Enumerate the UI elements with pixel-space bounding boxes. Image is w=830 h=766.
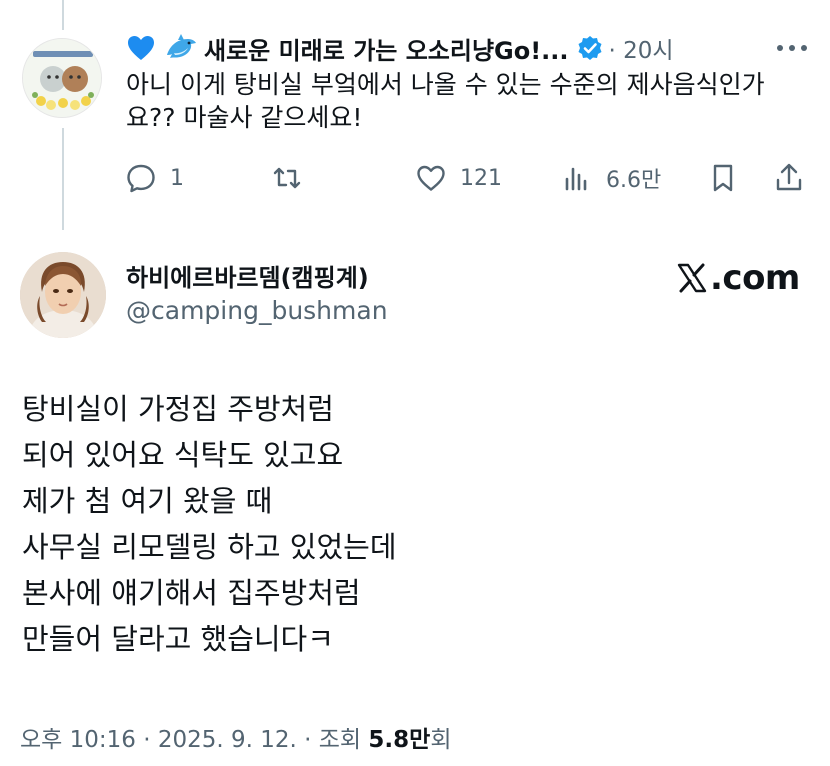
view-count-total: 5.8만 [368, 727, 431, 753]
tweet-line: 탕비실이 가정집 주방처럼 [22, 392, 334, 426]
views-chart-icon [565, 167, 587, 191]
author-display-name[interactable]: 하비에르바르뎀(캠핑계) [126, 258, 369, 293]
views-button[interactable]: 6.6만 [560, 158, 661, 198]
thread-line-connector [62, 128, 64, 230]
x-logo-icon [677, 263, 707, 293]
reply-button[interactable]: 1 [124, 158, 184, 198]
tweet-body: 탕비실이 가정집 주방처럼 되어 있어요 식탁도 있고요 제가 첨 여기 왔을 … [22, 386, 802, 662]
reply-timestamp[interactable]: · 20시 [609, 31, 674, 65]
tweet-timestamp[interactable]: 오후 10:16 · 2025. 9. 12. · 조회 [20, 727, 368, 753]
bookmark-button[interactable] [706, 158, 740, 198]
blue-heart-icon [126, 33, 156, 63]
comment-icon [127, 164, 155, 193]
heart-outline-icon [417, 165, 445, 191]
tweet-line: 사무실 리모델링 하고 있었는데 [22, 530, 397, 564]
reply-action-bar: 1 121 6.6만 [120, 158, 820, 198]
view-suffix: 회 [430, 727, 452, 753]
reply-avatar[interactable] [22, 38, 102, 118]
dolphin-icon [164, 33, 198, 63]
x-com-text: .com [710, 258, 800, 298]
thread-line-top [62, 0, 64, 30]
tweet-line: 본사에 얘기해서 집주방처럼 [22, 576, 361, 610]
reply-display-name[interactable]: 새로운 미래로 가는 오소리냥Go!... [204, 31, 569, 66]
bookmark-icon [713, 164, 733, 192]
tweet-line: 되어 있어요 식탁도 있고요 [22, 438, 344, 472]
author-handle[interactable]: @camping_bushman [126, 296, 388, 325]
tweet-line: 제가 첨 여기 왔을 때 [22, 484, 273, 518]
share-button[interactable] [772, 158, 806, 198]
view-count: 6.6만 [606, 168, 662, 193]
like-button[interactable]: 121 [414, 158, 502, 198]
share-icon [776, 163, 802, 191]
retweet-icon [273, 167, 301, 189]
more-options-icon[interactable] [772, 36, 812, 60]
x-com-watermark: .com [676, 258, 800, 298]
reply-count: 1 [170, 165, 184, 191]
reply-body-text: 아니 이게 탕비실 부엌에서 나올 수 있는 수준의 제사음식인가요?? 마술사… [126, 70, 765, 132]
reply-header: 새로운 미래로 가는 오소리냥Go!... · 20시 [126, 30, 674, 66]
tweet-line: 만들어 달라고 했습니다ㅋ [22, 622, 334, 656]
verified-badge-icon [577, 35, 603, 61]
like-count: 121 [460, 165, 502, 191]
retweet-button[interactable] [270, 158, 316, 198]
author-avatar[interactable] [20, 252, 106, 338]
tweet-footer: 오후 10:16 · 2025. 9. 12. · 조회 5.8만회 [20, 720, 451, 754]
